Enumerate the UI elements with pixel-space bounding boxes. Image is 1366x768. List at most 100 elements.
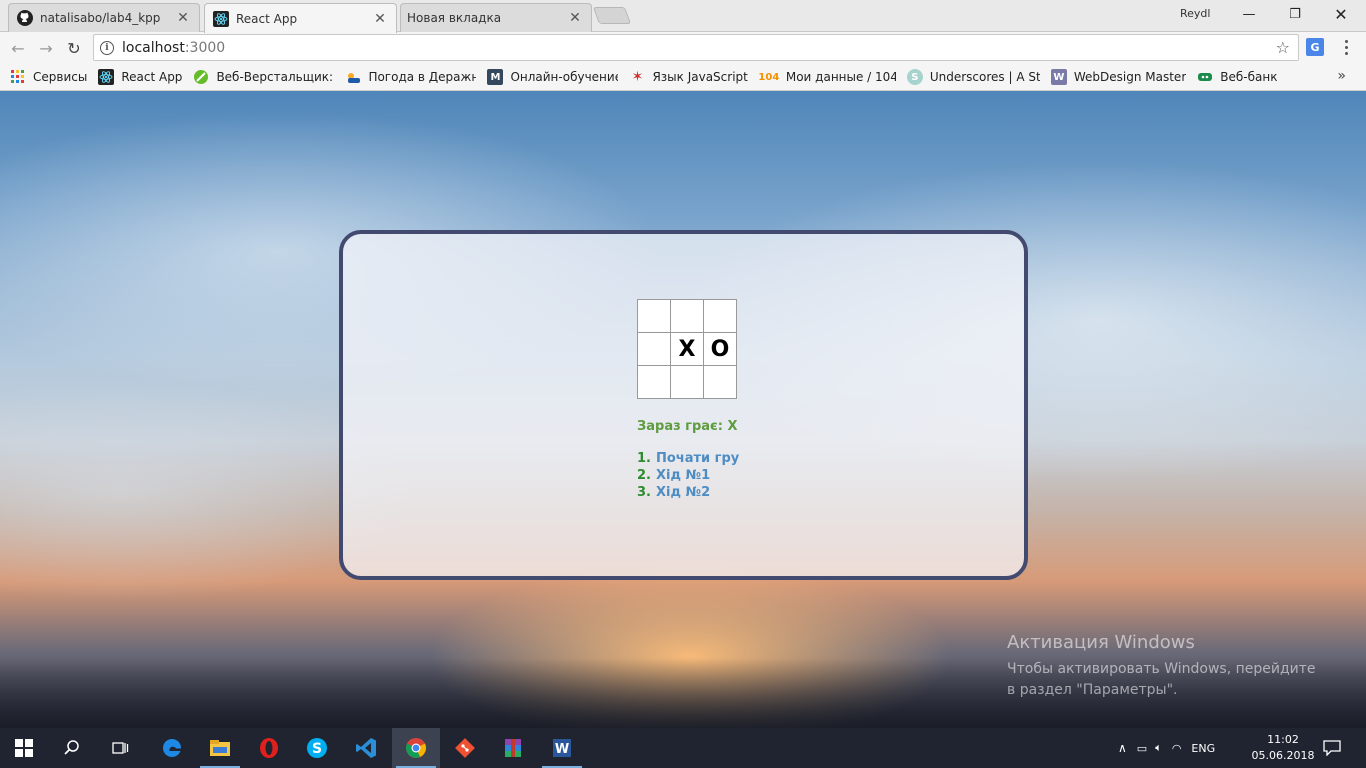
search-icon[interactable]	[48, 728, 96, 768]
svg-text:W: W	[555, 742, 569, 757]
notifications-icon[interactable]	[1320, 736, 1344, 760]
url-host: localhost	[122, 39, 185, 56]
go-to-start-button[interactable]: Почати гру	[656, 450, 739, 467]
move-number: 2.	[637, 468, 651, 483]
reload-icon[interactable]: ↻	[63, 37, 85, 59]
url-text: localhost:3000	[122, 40, 225, 56]
javascript-logo-icon: ✶	[631, 69, 644, 85]
close-tab-icon[interactable]: ✕	[567, 10, 583, 26]
bookmark-underscores[interactable]: S Underscores | A Start	[906, 69, 1040, 85]
bookmark-web-bank[interactable]: Веб-банк	[1197, 69, 1277, 85]
git-icon[interactable]	[441, 728, 489, 768]
bookmark-label: Онлайн-обучение с	[510, 70, 619, 84]
profile-name[interactable]: Reydl	[1180, 7, 1210, 20]
move-history-item: 1. Почати гру	[637, 450, 739, 467]
task-view-icon[interactable]	[96, 728, 144, 768]
browser-tab-strip: natalisabo/lab4_kpp ✕ React App ✕ Новая …	[0, 0, 1366, 33]
apps-grid-icon	[10, 69, 26, 85]
close-tab-icon[interactable]: ✕	[372, 11, 388, 27]
board-square-8[interactable]	[670, 365, 704, 399]
skype-icon[interactable]: S	[293, 728, 341, 768]
bookmark-label: Веб-Верстальщик: К	[216, 70, 335, 84]
bookmark-104[interactable]: 104 Мои данные / 104.ua	[758, 69, 896, 85]
go-to-move-1-button[interactable]: Хід №1	[656, 467, 710, 484]
address-bar[interactable]: i localhost:3000 ☆	[93, 34, 1299, 61]
bookmark-label: Веб-банк	[1220, 70, 1278, 84]
bookmark-webdesign-master[interactable]: W WebDesign Master	[1050, 69, 1187, 85]
bookmark-label: Язык JavaScript	[652, 70, 748, 84]
back-icon[interactable]: ←	[7, 37, 29, 59]
network-icon[interactable]: ◠	[1172, 742, 1182, 755]
board-square-9[interactable]	[703, 365, 737, 399]
move-number: 3.	[637, 485, 651, 500]
bookmark-services[interactable]: Сервисы	[10, 69, 87, 85]
clock-time: 11:02	[1267, 733, 1299, 746]
svg-text:S: S	[312, 741, 322, 757]
104-logo-icon: 104	[758, 71, 780, 83]
clock-date: 05.06.2018	[1251, 749, 1315, 762]
vscode-icon[interactable]	[342, 728, 390, 768]
system-clock[interactable]: 11:02 05.06.2018	[1250, 732, 1316, 764]
bookmark-web-verstalshchik[interactable]: Веб-Верстальщик: К	[193, 69, 334, 85]
word-icon[interactable]: W	[538, 728, 586, 768]
board-square-4[interactable]	[637, 332, 671, 366]
bookmark-online-learning[interactable]: M Онлайн-обучение с	[487, 69, 618, 85]
restore-window-icon[interactable]: ❐	[1272, 0, 1318, 28]
browser-menu-icon[interactable]	[1340, 38, 1352, 56]
winrar-icon[interactable]	[489, 728, 537, 768]
bookmark-label: Сервисы	[33, 70, 88, 84]
board-square-3[interactable]	[703, 299, 737, 333]
battery-icon[interactable]: ▭	[1137, 742, 1147, 755]
underscores-logo-icon: S	[906, 69, 923, 85]
url-port: :3000	[184, 39, 226, 56]
bookmark-star-icon[interactable]: ☆	[1276, 38, 1290, 57]
react-icon	[213, 10, 229, 27]
activation-message: Чтобы активировать Windows, перейдите в …	[1007, 661, 1316, 698]
leaf-icon	[193, 69, 209, 85]
opera-icon[interactable]	[245, 728, 293, 768]
bookmark-label: Underscores | A Start	[929, 70, 1040, 84]
board-square-2[interactable]	[670, 299, 704, 333]
board-square-1[interactable]	[637, 299, 671, 333]
tab-github[interactable]: natalisabo/lab4_kpp ✕	[8, 3, 200, 32]
new-tab-button[interactable]	[592, 7, 632, 24]
game-status: Зараз грає: X	[637, 419, 738, 434]
bookmark-label: Мои данные / 104.ua	[785, 70, 896, 84]
bank-icon	[1197, 69, 1213, 85]
board-square-6[interactable]: O	[703, 332, 737, 366]
game-board: X O	[637, 299, 737, 399]
volume-icon[interactable]: 🔈︎	[1155, 741, 1162, 755]
move-history-list: 1. Почати гру 2. Хід №1 3. Хід №2	[637, 450, 739, 501]
bookmark-weather[interactable]: Погода в Деражні, У	[345, 69, 476, 85]
tab-react-app[interactable]: React App ✕	[204, 3, 397, 33]
minimize-window-icon[interactable]: —	[1226, 0, 1272, 28]
forward-icon[interactable]: →	[35, 37, 57, 59]
m-logo-icon: M	[487, 69, 504, 85]
edge-icon[interactable]	[148, 728, 196, 768]
board-square-5[interactable]: X	[670, 332, 704, 366]
bookmark-javascript[interactable]: ✶ Язык JavaScript	[629, 69, 748, 85]
file-explorer-icon[interactable]	[196, 728, 244, 768]
react-icon	[98, 69, 115, 85]
show-hidden-icons-icon[interactable]: ∧	[1118, 741, 1127, 755]
bookmark-label: WebDesign Master	[1073, 70, 1187, 84]
board-square-7[interactable]	[637, 365, 671, 399]
close-tab-icon[interactable]: ✕	[175, 10, 191, 26]
game-card: X O Зараз грає: X 1. Почати гру 2. Хід №…	[339, 230, 1028, 580]
go-to-move-2-button[interactable]: Хід №2	[656, 484, 710, 501]
chrome-icon[interactable]	[392, 728, 440, 768]
language-indicator[interactable]: ENG	[1191, 742, 1215, 755]
start-icon[interactable]	[0, 728, 48, 768]
more-bookmarks-icon[interactable]: »	[1337, 68, 1346, 84]
site-info-icon[interactable]: i	[100, 40, 114, 55]
translate-extension-icon[interactable]: G	[1306, 38, 1324, 56]
tab-title: React App	[236, 11, 298, 26]
system-tray: ∧ ▭ 🔈︎ ◠ ENG	[1118, 728, 1215, 768]
tab-new-tab[interactable]: Новая вкладка ✕	[400, 3, 592, 32]
page-viewport: X O Зараз грає: X 1. Почати гру 2. Хід №…	[0, 91, 1366, 728]
webdesign-master-icon: W	[1050, 69, 1067, 85]
github-icon	[17, 10, 33, 26]
bookmark-react-app[interactable]: React App	[98, 69, 182, 85]
browser-toolbar: ← → ↻ i localhost:3000 ☆ G	[0, 32, 1366, 64]
close-window-icon[interactable]: ✕	[1318, 0, 1364, 28]
